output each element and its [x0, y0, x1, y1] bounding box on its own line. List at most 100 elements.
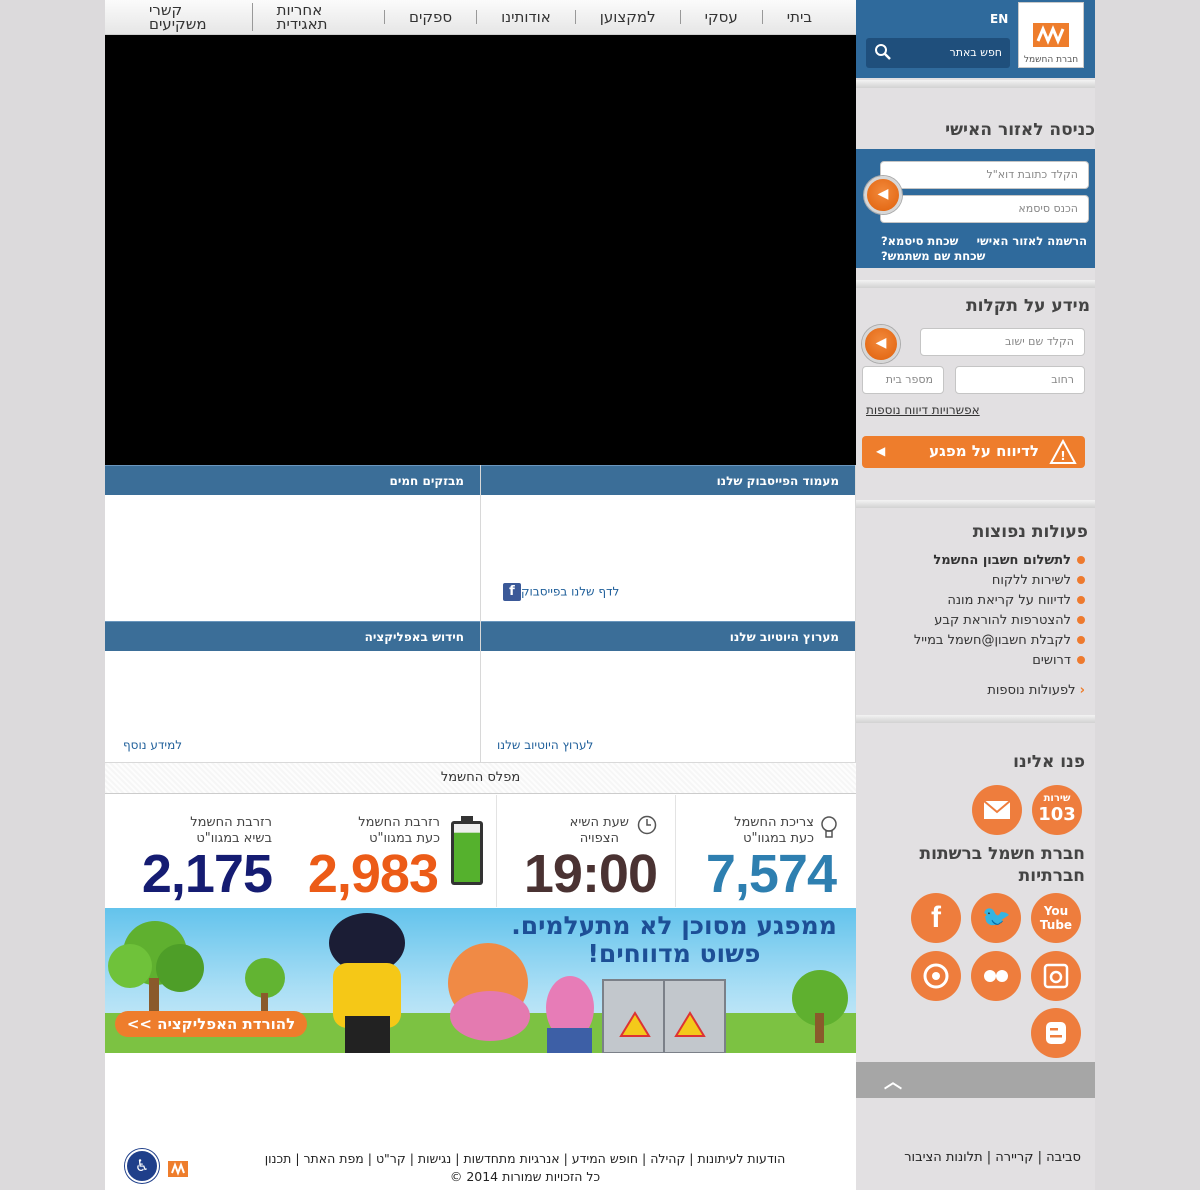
- nav-item-professional[interactable]: למקצוען: [574, 10, 680, 25]
- sidebar-footer-links[interactable]: סביבה | קריירה | תלונות הציבור: [856, 1150, 1081, 1165]
- app-panel-title: חידוש באפליקציה: [105, 621, 480, 651]
- report-hazard-label: לדיווח על מפגע: [929, 442, 1039, 460]
- service-103-button[interactable]: שירות 103: [1032, 785, 1082, 835]
- banner-headline: ממפגע מסוכן לא מתעלמים. פשוט מדווחים!: [504, 912, 844, 968]
- more-actions-link[interactable]: ‹ לפעולות נוספות: [987, 683, 1085, 698]
- top-navigation: ביתי עסקי למקצוען אודותינו ספקים אחריות …: [105, 0, 856, 35]
- nav-item-csr[interactable]: אחריות תאגידית: [251, 3, 384, 32]
- forgot-username-link[interactable]: שכחת שם משתמש?: [881, 249, 985, 263]
- hot-news-title: מבזקים חמים: [105, 465, 480, 495]
- reserve-now-stat: רזרבת החשמל כעת במגוו"ט 2,983: [290, 795, 496, 907]
- forgot-password-link[interactable]: שכחת סיסמא?: [881, 234, 958, 248]
- video-player[interactable]: [105, 35, 856, 465]
- youtube-panel-title: מערוץ היוטיוב שלנו: [481, 621, 855, 651]
- social-title: חברת חשמל ברשתות חברתיות: [919, 844, 1085, 886]
- lightbulb-icon: [820, 815, 838, 841]
- clock-icon: [637, 815, 657, 835]
- nav-item-business[interactable]: עסקי: [679, 10, 762, 25]
- popular-item-jobs[interactable]: דרושים: [1032, 653, 1085, 668]
- chevron-up-icon[interactable]: ︿: [884, 1068, 902, 1094]
- app-more-link[interactable]: למידע נוסף: [123, 738, 182, 752]
- street-field[interactable]: רחוב: [955, 366, 1085, 394]
- reserve-peak-value: 2,175: [141, 844, 273, 904]
- blogger-icon[interactable]: [1031, 1008, 1081, 1058]
- nav-item-home[interactable]: ביתי: [761, 10, 836, 25]
- consumption-label-1: צריכת החשמל: [734, 815, 814, 830]
- more-report-options-link[interactable]: אפשרויות דיווח נוספות: [866, 403, 980, 417]
- register-link[interactable]: הרשמה לאזור האישי: [977, 234, 1087, 248]
- popular-item-pay-bill[interactable]: לתשלום חשבון החשמל: [933, 553, 1085, 568]
- peak-time-stat: שעת השיא הצפויה 19:00: [496, 795, 675, 907]
- facebook-panel: מעמוד הפייסבוק שלנו לדף שלנו בפייסבוקf: [481, 465, 856, 621]
- power-level-stats: צריכת החשמל כעת במגוו"ט 7,574 שעת השיא הצפ…: [105, 795, 856, 907]
- footer-main: ♿ הודעות לעיתונות | קהילה | חופש המידע |…: [105, 1053, 856, 1190]
- search-icon[interactable]: [874, 43, 892, 64]
- nav-item-about[interactable]: אודותינו: [476, 10, 575, 25]
- city-field[interactable]: הקלד שם ישוב: [920, 328, 1085, 356]
- facebook-link[interactable]: לדף שלנו בפייסבוקf: [497, 583, 619, 601]
- footer-links[interactable]: הודעות לעיתונות | קהילה | חופש המידע | א…: [255, 1151, 795, 1166]
- picasa-icon[interactable]: [911, 951, 961, 1001]
- login-submit-button[interactable]: ◀: [864, 176, 902, 214]
- back-to-top-bar[interactable]: ︿: [856, 1062, 1095, 1098]
- warning-icon: !: [1049, 438, 1077, 468]
- footer-logo-icon: [163, 1151, 193, 1183]
- app-banner[interactable]: ממפגע מסוכן לא מתעלמים. פשוט מדווחים! לה…: [105, 908, 856, 1053]
- popular-item-standing-order[interactable]: להצטרפות להוראת קבע: [934, 613, 1085, 628]
- copyright: כל הזכויות שמורות 2014 ©: [449, 1169, 601, 1184]
- personal-area-title: כניסה לאזור האישי: [945, 120, 1095, 140]
- divider: [856, 500, 1095, 508]
- peak-value: 19:00: [523, 844, 658, 904]
- banner-line-1: ממפגע מסוכן לא מתעלמים.: [511, 911, 837, 940]
- arrow-left-icon: ◀: [876, 444, 886, 458]
- language-switch[interactable]: EN: [990, 12, 1008, 26]
- facebook-icon: f: [503, 583, 521, 601]
- reserve-now-value: 2,983: [307, 844, 439, 904]
- popular-item-meter-reading[interactable]: לדיווח על קריאת מונה: [947, 593, 1085, 608]
- power-level-title: מפלס החשמל: [105, 762, 856, 794]
- instagram-icon[interactable]: [1031, 951, 1081, 1001]
- divider: [856, 715, 1095, 723]
- twitter-icon[interactable]: 🐦: [971, 893, 1021, 943]
- popular-item-email-bill[interactable]: לקבלת חשבון@חשמל במייל: [914, 633, 1085, 648]
- more-actions-label: לפעולות נוספות: [987, 683, 1076, 698]
- nav-item-suppliers[interactable]: ספקים: [384, 10, 476, 25]
- contact-title: פנו אלינו: [1013, 752, 1085, 772]
- youtube-panel: מערוץ היוטיוב שלנו לערוץ היוטיוב שלנו: [481, 621, 856, 762]
- app-panel: חידוש באפליקציה למידע נוסף: [105, 621, 481, 762]
- flickr-icon[interactable]: [971, 951, 1021, 1001]
- logo-caption: חברת החשמל: [1023, 55, 1079, 65]
- facebook-panel-title: מעמוד הפייסבוק שלנו: [481, 465, 855, 495]
- outage-search-button[interactable]: ◀: [862, 325, 900, 363]
- search-placeholder: חפש באתר: [949, 46, 1003, 59]
- accessibility-icon[interactable]: ♿: [125, 1149, 159, 1183]
- youtube-link[interactable]: לערוץ היוטיוב שלנו: [497, 738, 593, 752]
- hot-news-panel: מבזקים חמים: [105, 465, 481, 621]
- facebook-icon[interactable]: f: [911, 893, 961, 943]
- banner-line-2: פשוט מדווחים!: [587, 939, 761, 968]
- download-app-button[interactable]: להורדת האפליקציה >>: [115, 1011, 307, 1037]
- service-number: 103: [1038, 804, 1076, 825]
- youtube-icon[interactable]: You Tube: [1031, 893, 1081, 943]
- outages-title: מידע על תקלות: [966, 296, 1090, 316]
- search-box[interactable]: חפש באתר: [866, 38, 1010, 68]
- peak-label-1: שעת השיא: [569, 815, 629, 830]
- popular-actions-title: פעולות נפוצות: [972, 522, 1088, 542]
- popular-item-customer-service[interactable]: לשירות ללקוח: [992, 573, 1085, 588]
- battery-icon: [448, 815, 486, 887]
- house-number-field[interactable]: מספר בית: [862, 366, 944, 394]
- nav-item-investors[interactable]: קשרי משקיעים: [125, 3, 252, 32]
- facebook-link-label: לדף שלנו בפייסבוק: [521, 584, 620, 599]
- email-field[interactable]: הקלד כתובת דוא"ל: [880, 161, 1089, 189]
- consumption-stat: צריכת החשמל כעת במגוו"ט 7,574: [675, 795, 856, 907]
- mail-icon[interactable]: [972, 785, 1022, 835]
- divider: [856, 280, 1095, 288]
- login-panel: הקלד כתובת דוא"ל הכנס סיסמא ◀ הרשמה לאזו…: [856, 149, 1095, 268]
- report-hazard-button[interactable]: ! לדיווח על מפגע ◀: [862, 436, 1085, 468]
- svg-text:!: !: [1060, 449, 1065, 463]
- reserve-peak-stat: רזרבת החשמל בשיא במגוו"ט 2,175: [105, 795, 290, 907]
- consumption-value: 7,574: [705, 844, 837, 904]
- iec-logo[interactable]: חברת החשמל: [1018, 2, 1084, 68]
- password-field[interactable]: הכנס סיסמא: [880, 195, 1089, 223]
- reserve-peak-label-1: רזרבת החשמל: [190, 815, 272, 830]
